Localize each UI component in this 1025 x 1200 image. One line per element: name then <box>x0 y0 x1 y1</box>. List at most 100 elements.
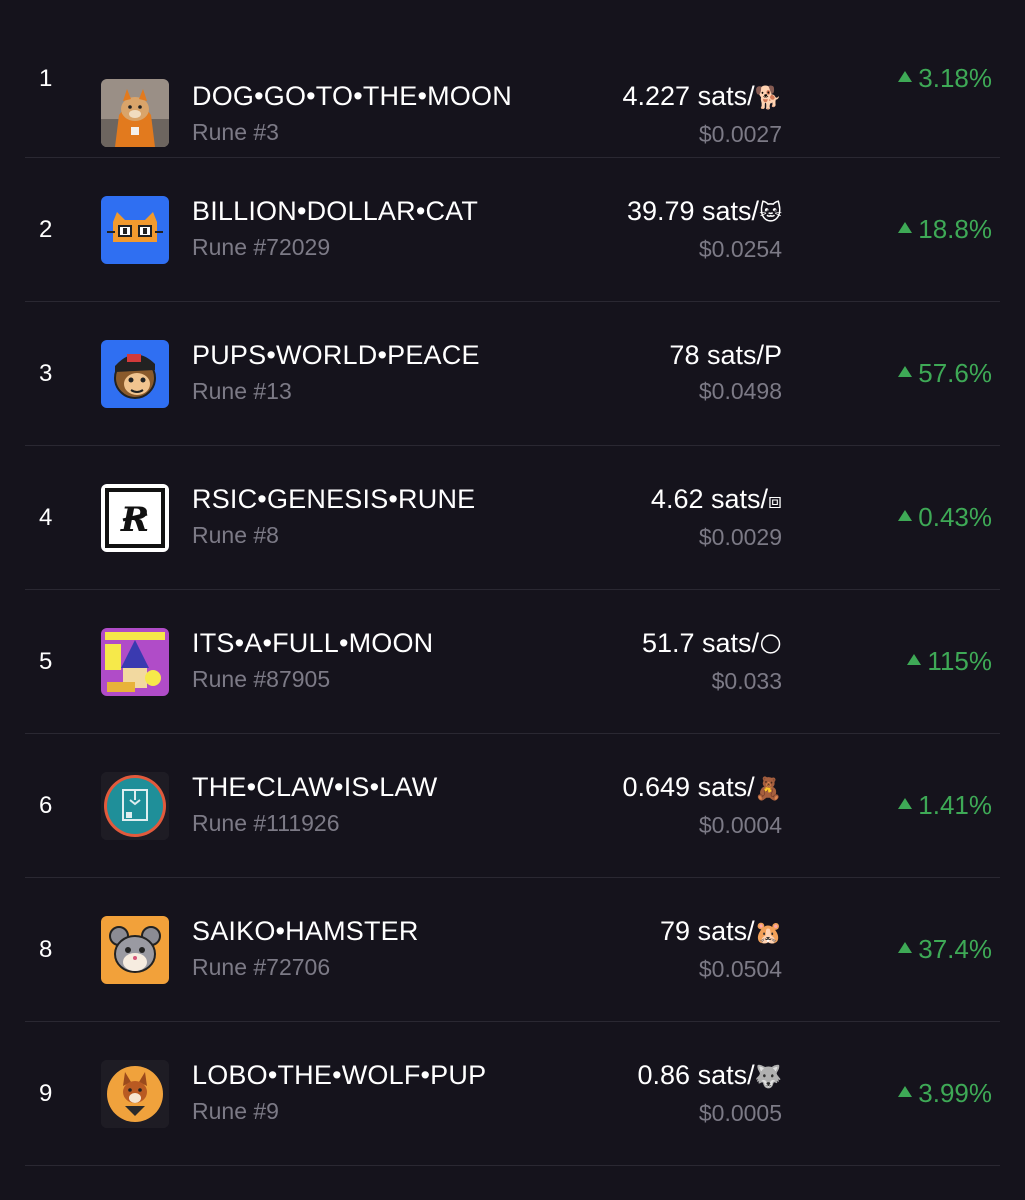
rune-row[interactable]: 6 THE•CLAW•IS•LAW Rune #111926 0.649 sat… <box>25 734 1000 878</box>
rune-symbol: 🐱 <box>759 199 782 225</box>
rune-symbol: 🐺 <box>754 1063 782 1089</box>
rune-name[interactable]: ITS•A•FULL•MOON <box>192 626 433 660</box>
price-sats: 4.62 sats/⧈ <box>651 482 782 518</box>
price-change: 1.41% <box>898 734 992 877</box>
rune-number: Rune #3 <box>192 118 279 145</box>
rune-name-block: DOG•GO•TO•THE•MOON Rune #3 <box>192 79 512 151</box>
rune-row[interactable]: 2 BILLION•DOLLAR•CAT Rune #72029 39.79 s… <box>25 158 1000 302</box>
rune-number: Rune #111926 <box>192 809 340 836</box>
rune-row[interactable]: 9 LOBO•THE•WOLF•PUP Rune #9 0.86 sats/🐺 … <box>25 1022 1000 1166</box>
price-block: 78 sats/P $0.0498 <box>669 338 782 410</box>
price-value: 78 sats/ <box>669 339 764 370</box>
up-triangle-icon <box>898 366 913 377</box>
price-sats: 0.86 sats/🐺 <box>638 1058 782 1094</box>
price-value: 0.649 sats/ <box>622 771 755 802</box>
rune-symbol: P <box>763 339 782 370</box>
rank-number: 8 <box>39 935 53 963</box>
price-block: 0.86 sats/🐺 $0.0005 <box>638 1058 782 1132</box>
change-value: 18.8% <box>918 214 992 244</box>
price-usd: $0.033 <box>711 667 782 694</box>
hamster-icon <box>101 915 169 984</box>
rank-number: 5 <box>39 647 53 675</box>
rune-symbol: 🌕 <box>759 631 782 657</box>
rune-name[interactable]: LOBO•THE•WOLF•PUP <box>192 1058 486 1092</box>
rune-name[interactable]: PUPS•WORLD•PEACE <box>192 338 480 372</box>
rune-number: Rune #72029 <box>192 233 331 260</box>
rune-name[interactable]: SAIKO•HAMSTER <box>192 914 419 948</box>
rune-row[interactable]: 1 DOG•GO•TO•THE•MOON Rune #3 4.227 sats/… <box>25 0 1000 158</box>
price-block: 51.7 sats/🌕 $0.033 <box>642 626 782 700</box>
rune-row[interactable]: 5 ITS•A•FULL•MOON Rune #87905 51.7 sats/… <box>25 590 1000 734</box>
rune-number: Rune #13 <box>192 377 292 404</box>
r-logo-icon: R <box>101 483 169 552</box>
price-change: 18.8% <box>898 158 992 301</box>
up-triangle-icon <box>907 654 922 665</box>
price-sats: 39.79 sats/🐱 <box>627 194 782 230</box>
rune-symbol: ⧈ <box>768 487 782 513</box>
dog-hoodie-icon <box>101 78 169 147</box>
price-value: 4.227 sats/ <box>622 80 755 111</box>
price-change: 3.18% <box>898 0 992 157</box>
change-value: 0.43% <box>918 502 992 532</box>
price-usd: $0.0498 <box>698 377 782 404</box>
up-triangle-icon <box>898 510 913 521</box>
rank-number: 9 <box>39 1079 53 1107</box>
up-triangle-icon <box>898 222 913 233</box>
rune-number: Rune #72706 <box>192 953 331 980</box>
price-sats: 4.227 sats/🐕 <box>623 79 783 115</box>
change-value: 57.6% <box>918 358 992 388</box>
price-usd: $0.0029 <box>698 523 782 550</box>
up-triangle-icon <box>898 1086 913 1097</box>
wolf-pup-icon <box>101 1059 169 1128</box>
wizard-moon-icon <box>101 627 169 696</box>
rune-symbol: 🐹 <box>754 919 782 945</box>
change-value: 115% <box>927 646 992 676</box>
change-value: 3.99% <box>918 1078 992 1108</box>
rank-number: 6 <box>39 791 53 819</box>
price-block: 39.79 sats/🐱 $0.0254 <box>627 194 782 268</box>
rune-row[interactable]: 8 SAIKO•HAMSTER Rune #72706 79 sats/🐹 $0… <box>25 878 1000 1022</box>
price-block: 79 sats/🐹 $0.0504 <box>660 914 782 988</box>
price-usd: $0.0504 <box>698 955 782 982</box>
change-value: 3.18% <box>918 63 992 93</box>
price-value: 4.62 sats/ <box>650 483 768 514</box>
rank-number: 1 <box>39 64 53 92</box>
monkey-cap-icon <box>101 339 169 408</box>
rank-number: 4 <box>39 503 53 531</box>
change-value: 37.4% <box>918 934 992 964</box>
price-block: 4.62 sats/⧈ $0.0029 <box>651 482 782 556</box>
price-block: 0.649 sats/🧸 $0.0004 <box>623 770 783 844</box>
rune-row[interactable]: 4 R RSIC•GENESIS•RUNE Rune #8 4.62 sats/… <box>25 446 1000 590</box>
price-change: 3.99% <box>898 1022 992 1165</box>
rune-name-block: SAIKO•HAMSTER Rune #72706 <box>192 914 419 986</box>
rune-number: Rune #87905 <box>192 665 331 692</box>
price-change: 37.4% <box>898 878 992 1021</box>
rank-number: 3 <box>39 359 53 387</box>
rune-name[interactable]: RSIC•GENESIS•RUNE <box>192 482 475 516</box>
price-change: 0.43% <box>898 446 992 589</box>
rune-number: Rune #9 <box>192 1097 279 1124</box>
price-usd: $0.0005 <box>698 1099 782 1126</box>
claw-machine-icon <box>101 771 169 840</box>
price-sats: 79 sats/🐹 <box>660 914 782 950</box>
rune-name-block: LOBO•THE•WOLF•PUP Rune #9 <box>192 1058 486 1130</box>
rune-name-block: ITS•A•FULL•MOON Rune #87905 <box>192 626 433 698</box>
change-value: 1.41% <box>918 790 992 820</box>
price-usd: $0.0004 <box>698 811 782 838</box>
up-triangle-icon <box>898 942 913 953</box>
price-usd: $0.0027 <box>698 120 782 147</box>
rune-row[interactable]: 3 PUPS•WORLD•PEACE Rune #13 78 sats/P $0… <box>25 302 1000 446</box>
price-sats: 51.7 sats/🌕 <box>642 626 782 662</box>
price-sats: 78 sats/P <box>669 338 782 372</box>
price-sats: 0.649 sats/🧸 <box>623 770 783 806</box>
rune-name[interactable]: DOG•GO•TO•THE•MOON <box>192 79 512 113</box>
price-value: 0.86 sats/ <box>637 1059 755 1090</box>
price-value: 39.79 sats/ <box>626 195 760 226</box>
rune-symbol: 🧸 <box>754 775 782 801</box>
rune-number: Rune #8 <box>192 521 279 548</box>
rune-name-block: PUPS•WORLD•PEACE Rune #13 <box>192 338 480 410</box>
rune-name[interactable]: BILLION•DOLLAR•CAT <box>192 194 478 228</box>
cat-face-icon <box>101 195 169 264</box>
rune-name[interactable]: THE•CLAW•IS•LAW <box>192 770 437 804</box>
rune-symbol: 🐕 <box>754 84 782 110</box>
